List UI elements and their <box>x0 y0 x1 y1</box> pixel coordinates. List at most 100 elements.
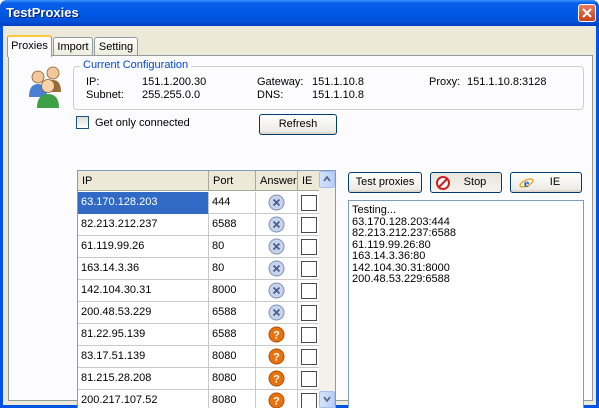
cell-ie <box>298 302 319 324</box>
cell-ip[interactable]: 82.213.212.237 <box>78 214 209 236</box>
table-row[interactable]: 83.17.51.139 8080? <box>78 346 319 368</box>
cell-ip[interactable]: 200.217.107.52 <box>78 390 209 408</box>
cell-ip[interactable]: 83.17.51.139 <box>78 346 209 368</box>
svg-text:?: ? <box>273 374 280 386</box>
cell-answer <box>256 302 298 324</box>
stop-button[interactable]: Stop <box>430 172 502 193</box>
ie-checkbox[interactable] <box>301 261 317 277</box>
header-ip[interactable]: IP <box>78 171 209 191</box>
cancel-x-icon <box>268 282 285 299</box>
table-row[interactable]: 142.104.30.31 8000 <box>78 280 319 302</box>
ie-button-label: IE <box>549 176 561 188</box>
cell-port[interactable]: 6588 <box>209 214 256 236</box>
svg-text:?: ? <box>273 330 280 342</box>
cell-ip[interactable]: 63.170.128.203 <box>78 192 209 214</box>
tab-proxies-label: Proxies <box>11 40 48 52</box>
client-area: Proxies Import Setting Current Configura… <box>3 26 596 408</box>
cell-ie <box>298 214 319 236</box>
output-line: 82.213.212.237:6588 <box>352 227 456 239</box>
ie-checkbox[interactable] <box>301 283 317 299</box>
only-connected-checkbox[interactable] <box>76 116 89 129</box>
cell-port[interactable]: 8000 <box>209 280 256 302</box>
test-proxies-button[interactable]: Test proxies <box>348 172 422 193</box>
cell-answer <box>256 280 298 302</box>
svg-text:e: e <box>524 176 530 190</box>
ie-checkbox[interactable] <box>301 239 317 255</box>
ie-checkbox[interactable] <box>301 371 317 387</box>
cell-port[interactable]: 6588 <box>209 324 256 346</box>
cell-ip[interactable]: 142.104.30.31 <box>78 280 209 302</box>
close-button[interactable] <box>578 4 596 22</box>
test-output-box[interactable]: Testing... 63.170.128.203:444 82.213.212.2… <box>348 200 584 408</box>
table-row[interactable]: 81.22.95.139 6588? <box>78 324 319 346</box>
ie-checkbox[interactable] <box>301 217 317 233</box>
cell-ie <box>298 280 319 302</box>
cell-port[interactable]: 8080 <box>209 390 256 408</box>
scroll-down-button[interactable] <box>319 391 335 408</box>
table-row[interactable]: 82.213.212.237 6588 <box>78 214 319 236</box>
gateway-value: 151.1.10.8 <box>312 76 364 88</box>
cell-port[interactable]: 8080 <box>209 368 256 390</box>
close-icon <box>582 8 592 18</box>
header-port[interactable]: Port <box>209 171 256 191</box>
cell-ie <box>298 258 319 280</box>
ie-checkbox[interactable] <box>301 195 317 211</box>
question-icon: ? <box>268 392 285 408</box>
ie-checkbox[interactable] <box>301 327 317 343</box>
title-bar[interactable]: TestProxies <box>0 0 599 26</box>
proxy-value: 151.1.10.8:3128 <box>467 76 547 88</box>
table-row[interactable]: 200.217.107.52 8080? <box>78 390 319 408</box>
ip-label: IP: <box>86 76 100 88</box>
table-row[interactable]: 200.48.53.229 6588 <box>78 302 319 324</box>
window-title: TestProxies <box>6 5 79 20</box>
tab-setting[interactable]: Setting <box>94 37 138 57</box>
cell-answer: ? <box>256 390 298 408</box>
proxy-grid[interactable]: IP Port Answer IE 63.170.128.203 444 82.21… <box>77 170 336 408</box>
svg-text:?: ? <box>273 396 280 408</box>
ie-checkbox[interactable] <box>301 393 317 408</box>
ie-checkbox[interactable] <box>301 305 317 321</box>
table-row[interactable]: 163.14.3.36 80 <box>78 258 319 280</box>
cell-ie <box>298 368 319 390</box>
ie-checkbox[interactable] <box>301 349 317 365</box>
chevron-down-icon <box>323 396 331 402</box>
cell-ip[interactable]: 163.14.3.36 <box>78 258 209 280</box>
tab-proxies[interactable]: Proxies <box>7 35 52 57</box>
cell-ip[interactable]: 81.22.95.139 <box>78 324 209 346</box>
stop-button-label: Stop <box>463 176 487 188</box>
cell-ip[interactable]: 200.48.53.229 <box>78 302 209 324</box>
cell-ie <box>298 324 319 346</box>
cell-ie <box>298 346 319 368</box>
header-answer[interactable]: Answer <box>256 171 298 191</box>
cell-port[interactable]: 80 <box>209 236 256 258</box>
cell-port[interactable]: 6588 <box>209 302 256 324</box>
cell-ie <box>298 236 319 258</box>
cell-ip[interactable]: 81.215.28.208 <box>78 368 209 390</box>
grid-scrollbar[interactable] <box>319 171 335 408</box>
ip-value: 151.1.200.30 <box>142 76 207 88</box>
current-config-group <box>73 66 584 110</box>
tab-import[interactable]: Import <box>53 37 93 57</box>
proxies-panel: Current Configuration IP: 151.1.200.30 S… <box>8 55 593 408</box>
header-ie[interactable]: IE <box>298 171 319 191</box>
cell-port[interactable]: 444 <box>209 192 256 214</box>
cell-port[interactable]: 80 <box>209 258 256 280</box>
output-line: 200.48.53.229:6588 <box>352 273 450 285</box>
cell-ie <box>298 192 319 214</box>
cell-answer <box>256 236 298 258</box>
cell-ip[interactable]: 61.119.99.26 <box>78 236 209 258</box>
table-row[interactable]: 63.170.128.203 444 <box>78 192 319 214</box>
scroll-up-button[interactable] <box>319 171 335 188</box>
refresh-button[interactable]: Refresh <box>259 114 337 135</box>
current-config-title: Current Configuration <box>80 59 192 71</box>
table-row[interactable]: 61.119.99.26 80 <box>78 236 319 258</box>
question-icon: ? <box>268 326 285 343</box>
cell-port[interactable]: 8080 <box>209 346 256 368</box>
dns-label: DNS: <box>257 89 284 101</box>
table-row[interactable]: 81.215.28.208 8080? <box>78 368 319 390</box>
refresh-button-label: Refresh <box>278 118 318 130</box>
cell-answer: ? <box>256 324 298 346</box>
only-connected-label[interactable]: Get only connected <box>95 117 190 129</box>
ie-button[interactable]: e IE <box>510 172 582 193</box>
cancel-x-icon <box>268 260 285 277</box>
